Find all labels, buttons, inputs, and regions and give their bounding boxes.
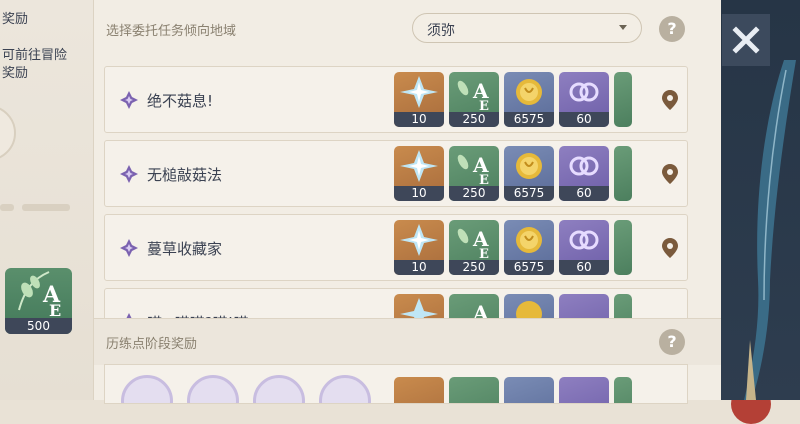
commission-row[interactable]: 绝不菇息! 10 AE 250 6575 60 <box>104 66 688 133</box>
primogem-reward[interactable]: 10 <box>394 146 444 201</box>
chevron-down-icon <box>619 25 627 30</box>
primogem-count: 10 <box>394 186 444 201</box>
extra-reward-partial[interactable] <box>614 72 632 127</box>
mora-reward[interactable]: 6575 <box>504 146 554 201</box>
commission-title: 蔓草收藏家 <box>147 240 223 258</box>
adventure-exp-reward[interactable]: AE 250 <box>449 220 499 275</box>
extra-reward-partial[interactable] <box>614 220 632 275</box>
close-button[interactable] <box>722 14 770 66</box>
companionship-count: 60 <box>559 260 609 275</box>
primogem-count: 10 <box>394 260 444 275</box>
region-help-button[interactable]: ? <box>659 16 685 42</box>
left-exp-reward[interactable]: A E 500 <box>5 268 72 334</box>
primogem-icon <box>400 150 438 182</box>
primogem-icon <box>400 76 438 108</box>
mora-count: 6575 <box>504 186 554 201</box>
region-dropdown[interactable]: 须弥 <box>412 13 642 43</box>
location-pin-icon[interactable] <box>661 237 679 259</box>
adventure-exp-icon: A E <box>18 271 61 320</box>
companionship-count: 60 <box>559 112 609 127</box>
commission-row[interactable]: 蔓草收藏家 10 AE 250 6575 60 <box>104 214 688 281</box>
mora-count: 6575 <box>504 112 554 127</box>
commission-title: 绝不菇息! <box>147 92 214 110</box>
stage-rewards-row <box>104 364 688 404</box>
companionship-exp-icon <box>569 230 599 250</box>
companionship-reward[interactable]: 60 <box>559 72 609 127</box>
close-icon <box>732 26 760 54</box>
adventure-exp-count: 250 <box>449 112 499 127</box>
commission-title: 无槌敲菇法 <box>147 166 223 184</box>
adventure-exp-icon: AE <box>457 79 489 112</box>
left-hint-line-1: 可前往冒险 <box>2 48 68 63</box>
left-hint-line-2: 奖励 <box>2 66 29 81</box>
region-dropdown-value: 须弥 <box>427 23 455 39</box>
primogem-reward[interactable]: 10 <box>394 72 444 127</box>
companionship-exp-icon <box>569 82 599 102</box>
mora-icon <box>516 227 542 253</box>
commission-row[interactable]: 无槌敲菇法 10 AE 250 6575 60 <box>104 140 688 207</box>
stage-rewards-header: 历练点阶段奖励 ? <box>94 318 721 365</box>
left-backdrop: 奖励 可前往冒险 奖励 A E 500 <box>0 0 95 400</box>
left-progress-segment <box>0 204 14 211</box>
companionship-reward[interactable]: 60 <box>559 220 609 275</box>
svg-text:E: E <box>479 247 489 260</box>
primogem-reward[interactable]: 10 <box>394 220 444 275</box>
extra-reward-partial[interactable] <box>614 146 632 201</box>
left-reward-heading: 奖励 <box>2 12 29 27</box>
left-exp-count: 500 <box>5 318 72 334</box>
diamond-star-icon <box>120 91 138 109</box>
svg-text:E: E <box>479 99 489 112</box>
left-decor-circle <box>0 105 16 161</box>
mora-icon <box>516 153 542 179</box>
companionship-count: 60 <box>559 186 609 201</box>
mora-reward[interactable]: 6575 <box>504 220 554 275</box>
svg-text:E: E <box>479 173 489 186</box>
region-preference-label: 选择委托任务倾向地域 <box>106 24 237 39</box>
commission-panel: 选择委托任务倾向地域 须弥 ? 绝不菇息! 10 AE 250 6575 60 <box>93 0 771 424</box>
adventure-exp-reward[interactable]: AE 250 <box>449 146 499 201</box>
svg-text:E: E <box>49 301 61 318</box>
adventure-exp-count: 250 <box>449 260 499 275</box>
left-progress-segment <box>22 204 70 211</box>
mora-reward[interactable]: 6575 <box>504 72 554 127</box>
adventure-exp-icon: AE <box>457 153 489 186</box>
location-pin-icon[interactable] <box>661 163 679 185</box>
diamond-star-icon <box>120 239 138 257</box>
adventure-exp-reward[interactable]: AE 250 <box>449 72 499 127</box>
stage-rewards-help-button[interactable]: ? <box>659 329 685 355</box>
primogem-icon <box>400 224 438 256</box>
mora-icon <box>516 79 542 105</box>
adventure-exp-icon: AE <box>457 227 489 260</box>
location-pin-icon[interactable] <box>661 89 679 111</box>
adventure-exp-count: 250 <box>449 186 499 201</box>
diamond-star-icon <box>120 165 138 183</box>
stage-rewards-title: 历练点阶段奖励 <box>106 337 198 352</box>
companionship-exp-icon <box>569 156 599 176</box>
mora-count: 6575 <box>504 260 554 275</box>
quill-feather-icon <box>744 60 796 400</box>
companionship-reward[interactable]: 60 <box>559 146 609 201</box>
primogem-count: 10 <box>394 112 444 127</box>
